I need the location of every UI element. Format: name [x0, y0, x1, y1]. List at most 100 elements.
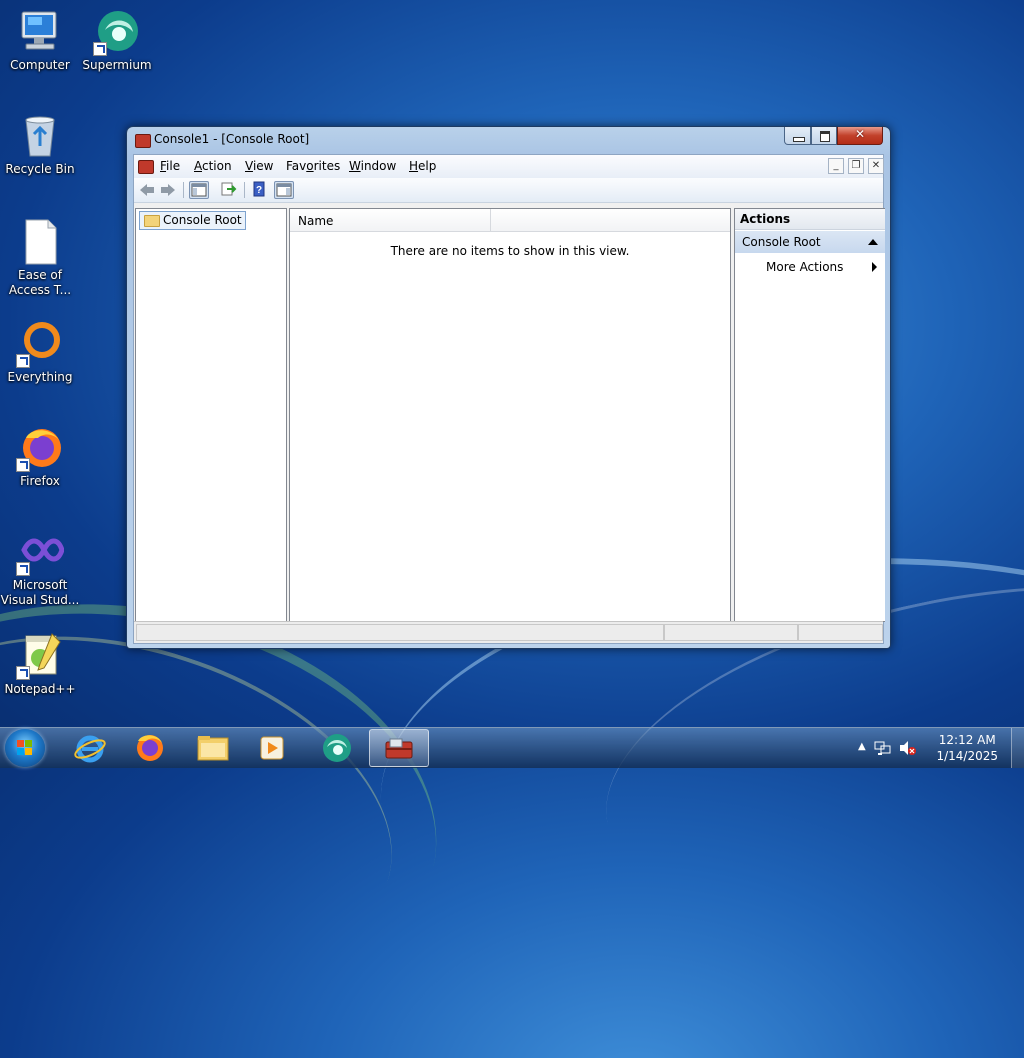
folder-icon: [144, 215, 160, 227]
shortcut-arrow-icon: [16, 458, 30, 472]
mmc-toolbox-icon: [135, 134, 151, 148]
taskbar-supermium[interactable]: [309, 729, 365, 767]
shortcut-arrow-icon: [16, 354, 30, 368]
menu-favorites[interactable]: Favorites: [286, 159, 340, 173]
mmc-toolbox-icon: [385, 738, 413, 759]
desktop-icon-label: Everything: [7, 370, 73, 384]
actions-item-label: More Actions: [766, 260, 844, 274]
desktop-icon-visual-studio[interactable]: Microsoft Visual Stud...: [0, 528, 80, 608]
menu-view[interactable]: View: [245, 159, 273, 173]
toolbar: ?: [134, 178, 883, 203]
shortcut-arrow-icon: [16, 562, 30, 576]
firefox-icon: [16, 424, 64, 472]
results-list-pane: Name There are no items to show in this …: [289, 208, 731, 622]
show-hide-action-pane-button[interactable]: [274, 181, 294, 199]
desktop-icon-label: Microsoft Visual Stud...: [0, 578, 80, 607]
window-titlebar[interactable]: Console1 - [Console Root]: [127, 127, 890, 153]
taskbar-media-player[interactable]: [245, 729, 301, 767]
show-hidden-icons-chevron-icon[interactable]: ▲: [858, 741, 866, 752]
console-tree-pane: Console Root: [135, 208, 287, 622]
maximize-button[interactable]: [811, 127, 837, 145]
back-button[interactable]: [137, 181, 157, 199]
toolbar-separator: [244, 182, 245, 198]
mmc-document-icon[interactable]: [138, 160, 154, 174]
help-icon: ?: [253, 181, 265, 197]
column-divider[interactable]: [490, 209, 491, 231]
desktop-icon-label: Ease of Access T...: [8, 268, 72, 297]
taskbar-internet-explorer[interactable]: [62, 729, 118, 767]
notepad-plus-plus-icon: [16, 632, 64, 680]
firefox-icon: [137, 735, 163, 761]
volume-muted-icon[interactable]: [898, 740, 916, 756]
actions-header: Actions: [735, 209, 885, 230]
child-minimize-button[interactable]: _: [828, 158, 844, 174]
mmc-window[interactable]: Console1 - [Console Root] File Action Vi…: [126, 126, 891, 649]
action-pane-icon: [276, 183, 292, 197]
shortcut-arrow-icon: [16, 666, 30, 680]
desktop-icon-recycle-bin[interactable]: Recycle Bin: [0, 112, 80, 177]
desktop-icon-computer[interactable]: Computer: [0, 8, 80, 73]
show-desktop-button[interactable]: [1011, 728, 1024, 768]
desktop-icon-supermium[interactable]: Supermium: [77, 8, 157, 73]
menu-file[interactable]: File: [160, 159, 180, 173]
taskbar-mmc-console[interactable]: [369, 729, 429, 767]
desktop-icon-firefox[interactable]: Firefox: [0, 424, 80, 489]
console-tree-icon: [191, 183, 207, 197]
desktop-icon-everything[interactable]: Everything: [0, 320, 80, 385]
desktop-icon-ease-of-access[interactable]: Ease of Access T...: [0, 218, 80, 298]
desktop-icon-label: Firefox: [20, 474, 60, 488]
windows-logo-icon: [17, 740, 33, 756]
taskbar: ▲ 12:12 AM 1/14/2025: [0, 727, 1024, 768]
taskbar-file-explorer[interactable]: [185, 729, 241, 767]
menu-help[interactable]: Help: [409, 159, 436, 173]
status-segment: [664, 624, 798, 641]
forward-button[interactable]: [158, 181, 178, 199]
close-button[interactable]: [837, 127, 883, 145]
desktop-icon-notepad-plus-plus[interactable]: Notepad++: [0, 632, 80, 697]
desktop-icon-label: Computer: [10, 58, 70, 72]
column-header-name[interactable]: Name: [298, 214, 333, 228]
actions-item-more-actions[interactable]: More Actions: [735, 256, 885, 278]
minimize-button[interactable]: [784, 127, 811, 145]
child-restore-button[interactable]: ❐: [848, 158, 864, 174]
desktop-icon-label: Recycle Bin: [5, 162, 75, 176]
network-icon[interactable]: [874, 740, 892, 756]
actions-pane: Actions Console Root More Actions: [734, 208, 885, 622]
media-player-icon: [260, 736, 284, 760]
supermium-icon: [323, 734, 351, 762]
show-hide-console-tree-button[interactable]: [189, 181, 209, 199]
document-icon: [16, 218, 64, 266]
help-button[interactable]: ?: [250, 181, 270, 199]
clock-time: 12:12 AM: [938, 733, 996, 747]
toolbar-separator: [183, 182, 184, 198]
start-button[interactable]: [5, 729, 45, 767]
system-tray: ▲ 12:12 AM 1/14/2025: [854, 728, 1024, 768]
menu-bar: File Action View Favorites Window Help _…: [134, 155, 884, 179]
submenu-right-icon: [872, 262, 877, 272]
svg-text:?: ?: [256, 185, 262, 196]
desktop-icon-label: Supermium: [82, 58, 152, 72]
menu-window[interactable]: Window: [349, 159, 396, 173]
window-title: Console1 - [Console Root]: [154, 132, 310, 146]
export-list-button[interactable]: [219, 181, 239, 199]
visual-studio-icon: [16, 528, 65, 576]
computer-icon: [16, 8, 64, 56]
internet-explorer-icon: [74, 735, 106, 763]
actions-group-console-root[interactable]: Console Root: [735, 231, 885, 253]
tree-node-console-root[interactable]: Console Root: [139, 211, 246, 230]
back-arrow-icon: [140, 184, 154, 196]
status-segment: [798, 624, 883, 641]
status-segment: [136, 624, 664, 641]
taskbar-firefox[interactable]: [122, 729, 178, 767]
clock-date: 1/14/2025: [936, 749, 998, 763]
child-close-button[interactable]: ✕: [868, 158, 884, 174]
empty-list-message: There are no items to show in this view.: [390, 244, 630, 258]
actions-group-label: Console Root: [742, 235, 821, 249]
shortcut-arrow-icon: [93, 42, 107, 56]
window-client-area: File Action View Favorites Window Help _…: [133, 154, 885, 644]
list-column-header: Name: [290, 209, 730, 232]
status-bar: [134, 621, 883, 643]
menu-action[interactable]: Action: [194, 159, 232, 173]
collapse-up-icon[interactable]: [868, 239, 878, 245]
clock[interactable]: 12:12 AM 1/14/2025: [936, 732, 998, 764]
